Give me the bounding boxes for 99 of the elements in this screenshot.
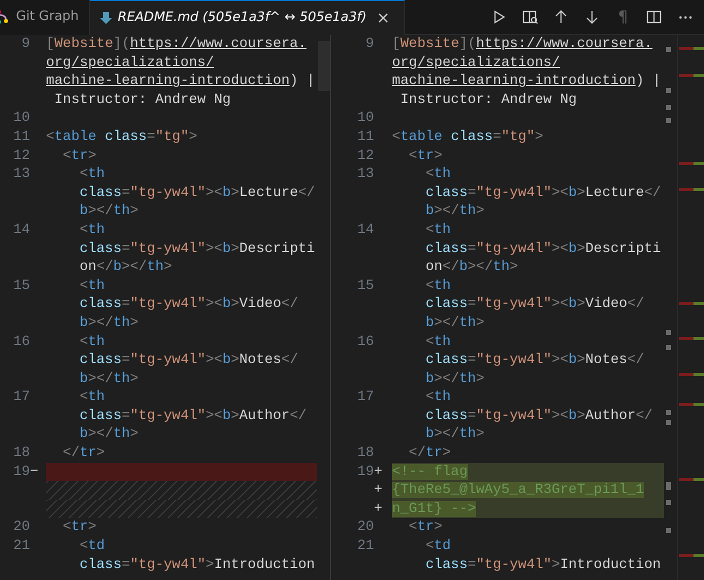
close-icon[interactable]: × — [372, 6, 394, 30]
diff-marker: + — [374, 500, 384, 518]
line-number: 12 — [356, 146, 374, 166]
git-graph-icon — [0, 9, 10, 25]
code-line: </tr> — [62, 444, 106, 463]
code-line: b></th> — [424, 370, 486, 388]
down-arrow-icon — [584, 9, 600, 25]
line-number: 14 — [356, 220, 374, 240]
scrollbar-mark — [666, 528, 671, 533]
more-icon — [678, 16, 692, 18]
code-line: <th — [78, 332, 106, 352]
line-number: 20 — [12, 518, 30, 538]
code-line: <th — [78, 165, 106, 184]
line-number: 17 — [12, 388, 30, 407]
code-line: b></th> — [78, 314, 140, 332]
code-line: </tr> — [408, 444, 452, 463]
line-number: 16 — [356, 332, 374, 352]
code-line: org/specializations/ — [392, 54, 562, 72]
code-line: [Website](https://www.coursera. — [392, 35, 654, 54]
code-line: <th — [424, 388, 452, 407]
code-line: class="tg-yw4l">Introduction — [424, 556, 662, 574]
code-line: class="tg-yw4l"><b>Lecture</ — [78, 184, 316, 202]
diff-marker: + — [374, 481, 384, 500]
line-number: 16 — [12, 332, 30, 352]
scrollbar-thumb[interactable] — [318, 41, 330, 91]
code-line: <td — [78, 537, 106, 556]
scrollbar-mark — [666, 330, 671, 335]
scrollbar-mark — [666, 105, 671, 110]
code-line: <tr> — [408, 146, 444, 166]
code-line: <th — [78, 220, 106, 240]
line-number: 10 — [356, 109, 374, 128]
code-line: <td — [424, 537, 452, 556]
editor-tab[interactable]: Git Graph — [0, 0, 90, 34]
code-line: <th — [424, 220, 452, 240]
line-number: 11 — [12, 128, 30, 147]
code-line: class="tg-yw4l"><b>Video</ — [78, 295, 300, 314]
line-number: 18 — [356, 444, 374, 463]
line-number: 12 — [12, 146, 30, 166]
editor-tab[interactable]: README.md (505e1a3f^ ↔ 505e1a3f) × — [90, 0, 405, 34]
code-line: class="tg-yw4l"><b>Author</ — [424, 406, 654, 426]
code-line: <tr> — [62, 518, 98, 538]
scrollbar-mark — [666, 118, 671, 123]
code-line: class="tg-yw4l"><b>Video</ — [424, 295, 646, 314]
up-arrow-icon — [553, 9, 569, 25]
line-number: 21 — [12, 537, 30, 556]
code-line: class="tg-yw4l"><b>Notes</ — [424, 351, 646, 370]
code-line: b></th> — [424, 425, 486, 444]
line-number: 13 — [12, 165, 30, 184]
line-number: 13 — [356, 165, 374, 184]
code-line: class="tg-yw4l"><b>Lecture</ — [424, 184, 662, 202]
line-number: 21 — [356, 537, 374, 556]
line-number: 19 — [356, 462, 374, 482]
code-line: Instructor: Andrew Ng — [399, 90, 578, 110]
code-line: <table class="tg"> — [392, 128, 544, 147]
code-line: org/specializations/ — [46, 54, 216, 72]
code-line: b></th> — [78, 425, 140, 444]
code-line: class="tg-yw4l"><b>Notes</ — [78, 351, 300, 370]
line-number: 9 — [20, 35, 30, 54]
code-line: class="tg-yw4l">Introduction — [78, 556, 316, 574]
line-number: 11 — [356, 128, 374, 147]
code-line: machine-learning-introduction) | — [392, 72, 662, 91]
scrollbar-mark — [666, 345, 671, 350]
code-line: b></th> — [78, 370, 140, 388]
code-line: class="tg-yw4l"><b>Descripti — [424, 240, 662, 258]
line-number: 14 — [12, 220, 30, 240]
split-editor-icon — [646, 9, 662, 25]
preview-icon — [522, 9, 538, 25]
scrollbar-mark — [666, 500, 671, 505]
line-number: 19 — [12, 462, 30, 482]
code-line: <th — [424, 165, 452, 184]
line-number: 18 — [12, 444, 30, 463]
code-line: b></th> — [78, 202, 140, 221]
code-line: b></th> — [424, 202, 486, 221]
line-number: 9 — [364, 35, 374, 54]
code-line: class="tg-yw4l"><b>Author</ — [78, 406, 308, 426]
scrollbar-mark — [666, 47, 671, 52]
code-line: <tr> — [408, 518, 444, 538]
code-line: class="tg-yw4l"><b>Descripti — [78, 240, 316, 258]
code-line: <th — [424, 332, 452, 352]
code-line: on</b></th> — [424, 258, 520, 277]
code-line: on</b></th> — [78, 258, 174, 277]
code-line: <th — [424, 276, 452, 296]
code-line: <table class="tg"> — [46, 128, 198, 147]
scrollbar-mark — [666, 88, 671, 93]
code-line: <tr> — [62, 146, 98, 166]
line-number: 15 — [356, 276, 374, 296]
line-number: 17 — [356, 388, 374, 407]
diff-marker: + — [374, 462, 384, 482]
code-line: <th — [78, 276, 106, 296]
code-line: Instructor: Andrew Ng — [53, 90, 232, 110]
code-line: <th — [78, 388, 106, 407]
code-line: b></th> — [424, 314, 486, 332]
diff-marker: − — [30, 462, 40, 482]
line-number: 20 — [356, 518, 374, 538]
line-number: 10 — [12, 109, 30, 128]
download-arrow-icon — [100, 10, 112, 24]
line-number: 15 — [12, 276, 30, 296]
code-line: [Website](https://www.coursera. — [46, 35, 308, 54]
code-line: machine-learning-introduction) | — [46, 72, 316, 91]
